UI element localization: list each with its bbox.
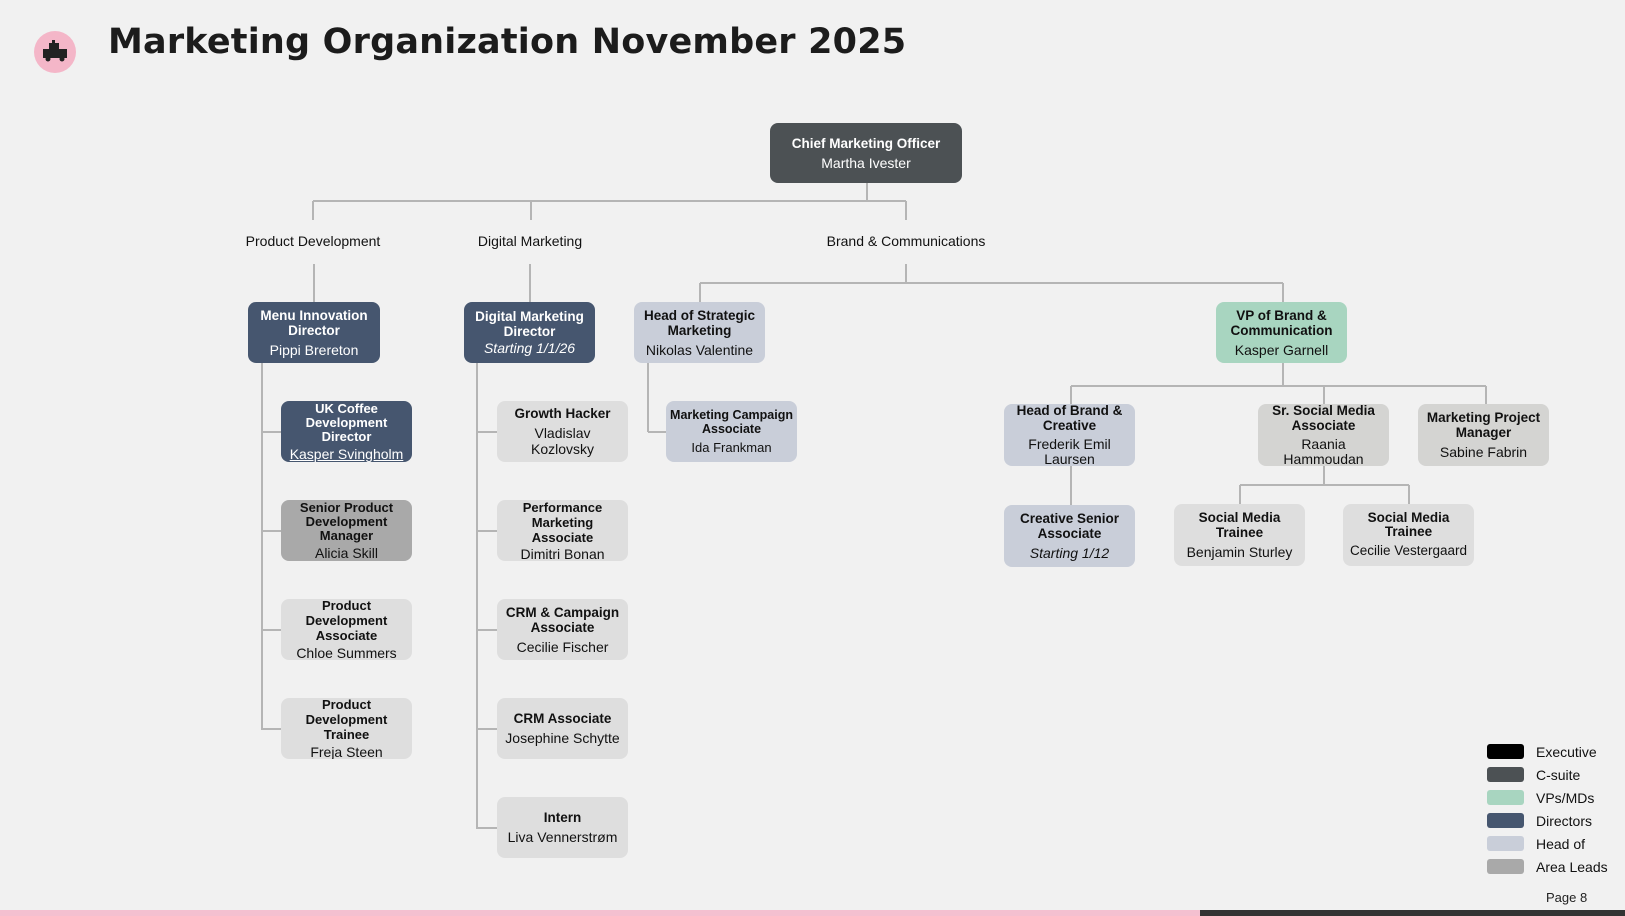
node-role: CRM Associate bbox=[513, 711, 612, 726]
footer-bar-pink bbox=[0, 910, 1200, 916]
node-person: Dimitri Bonan bbox=[520, 545, 605, 562]
legend-swatch bbox=[1487, 767, 1524, 782]
node-product-development-associate[interactable]: Product Development Associate Chloe Summ… bbox=[281, 599, 412, 660]
node-role: Sr. Social Media Associate bbox=[1272, 404, 1375, 433]
node-intern[interactable]: Intern Liva Vennerstrøm bbox=[497, 797, 628, 858]
node-vp-brand-communication[interactable]: VP of Brand & Communication Kasper Garne… bbox=[1216, 302, 1347, 363]
node-crm-campaign-associate[interactable]: CRM & Campaign Associate Cecilie Fischer bbox=[497, 599, 628, 660]
legend-item: Area Leads bbox=[1487, 855, 1608, 878]
node-social-media-trainee-1[interactable]: Social Media Trainee Benjamin Sturley bbox=[1174, 504, 1305, 566]
legend-label: VPs/MDs bbox=[1536, 789, 1595, 806]
node-person: Ida Frankman bbox=[691, 439, 772, 455]
node-uk-coffee-development-director[interactable]: UK Coffee Development Director Kasper Sv… bbox=[281, 401, 412, 462]
node-person: Sabine Fabrin bbox=[1439, 444, 1528, 460]
node-role: CRM & Campaign Associate bbox=[505, 604, 620, 635]
node-person: Nikolas Valentine bbox=[645, 341, 754, 358]
node-role: Menu Innovation Director bbox=[260, 307, 368, 338]
node-person: Raania Hammoudan bbox=[1283, 436, 1364, 467]
department-brand-communications: Brand & Communications bbox=[826, 233, 986, 249]
node-person: Chloe Summers bbox=[296, 645, 397, 660]
node-creative-senior-associate[interactable]: Creative Senior Associate Starting 1/12 bbox=[1004, 505, 1135, 567]
legend-label: Area Leads bbox=[1536, 858, 1608, 875]
node-person: Cecilie Fischer bbox=[516, 638, 609, 655]
legend-label: C-suite bbox=[1536, 766, 1581, 783]
node-person: Freja Steen bbox=[310, 744, 383, 759]
node-role: Intern bbox=[543, 810, 582, 825]
node-growth-hacker[interactable]: Growth Hacker Vladislav Kozlovsky bbox=[497, 401, 628, 462]
node-person: Pippi Brereton bbox=[269, 341, 359, 358]
node-role: Head of Brand & Creative bbox=[1016, 404, 1123, 433]
legend-label: Directors bbox=[1536, 812, 1593, 829]
node-role: Marketing Campaign Associate bbox=[670, 407, 793, 436]
node-person: Starting 1/1/26 bbox=[483, 340, 576, 356]
legend-item: VPs/MDs bbox=[1487, 786, 1608, 809]
node-product-development-trainee[interactable]: Product Development Trainee Freja Steen bbox=[281, 698, 412, 759]
node-person: Kasper Svingholm bbox=[289, 445, 404, 462]
node-role: Marketing Project Manager bbox=[1426, 410, 1541, 440]
node-person: Josephine Schytte bbox=[505, 730, 620, 746]
legend-swatch bbox=[1487, 744, 1524, 759]
node-role: Head of Strategic Marketing bbox=[643, 307, 756, 338]
legend-swatch bbox=[1487, 836, 1524, 851]
node-person: Benjamin Sturley bbox=[1186, 544, 1293, 560]
legend-swatch bbox=[1487, 790, 1524, 805]
node-marketing-campaign-associate[interactable]: Marketing Campaign Associate Ida Frankma… bbox=[666, 401, 797, 462]
node-role: Creative Senior Associate bbox=[1019, 511, 1120, 541]
node-role: Chief Marketing Officer bbox=[791, 135, 941, 151]
node-person: Martha Ivester bbox=[821, 154, 911, 171]
node-role: Digital Marketing Director bbox=[475, 309, 584, 339]
legend-label: Executive bbox=[1536, 743, 1597, 760]
node-sr-social-media-associate[interactable]: Sr. Social Media Associate Raania Hammou… bbox=[1258, 404, 1389, 466]
node-person: Frederik Emil Laursen bbox=[1028, 436, 1111, 467]
node-role: VP of Brand & Communication bbox=[1230, 307, 1333, 338]
node-role: Growth Hacker bbox=[514, 406, 611, 421]
node-person: Starting 1/12 bbox=[1029, 545, 1110, 561]
legend: Executive C-suite VPs/MDs Directors Head of A… bbox=[1487, 740, 1608, 878]
legend-item: Directors bbox=[1487, 809, 1608, 832]
node-role: Performance Marketing Associate bbox=[522, 500, 603, 545]
node-role: Social Media Trainee bbox=[1367, 510, 1450, 539]
node-crm-associate[interactable]: CRM Associate Josephine Schytte bbox=[497, 698, 628, 759]
legend-swatch bbox=[1487, 859, 1524, 874]
node-role: UK Coffee Development Director bbox=[305, 401, 388, 444]
node-role: Product Development Trainee bbox=[305, 698, 388, 742]
footer-bar-dark bbox=[1200, 910, 1625, 916]
node-social-media-trainee-2[interactable]: Social Media Trainee Cecilie Vestergaard bbox=[1343, 504, 1474, 566]
node-marketing-project-manager[interactable]: Marketing Project Manager Sabine Fabrin bbox=[1418, 404, 1549, 466]
node-person: Cecilie Vestergaard bbox=[1349, 543, 1468, 558]
node-person: Kasper Garnell bbox=[1234, 341, 1329, 358]
node-role: Product Development Associate bbox=[305, 599, 388, 643]
node-digital-marketing-director[interactable]: Digital Marketing Director Starting 1/1/… bbox=[464, 302, 595, 363]
legend-item: Executive bbox=[1487, 740, 1608, 763]
department-digital-marketing: Digital Marketing bbox=[477, 233, 583, 249]
node-menu-innovation-director[interactable]: Menu Innovation Director Pippi Brereton bbox=[248, 302, 380, 363]
node-person: Liva Vennerstrøm bbox=[507, 829, 618, 845]
node-person: Vladislav Kozlovsky bbox=[530, 425, 595, 457]
node-role: Senior Product Development Manager bbox=[299, 500, 394, 543]
legend-item: C-suite bbox=[1487, 763, 1608, 786]
node-person: Alicia Skill bbox=[314, 544, 378, 561]
node-head-of-strategic-marketing[interactable]: Head of Strategic Marketing Nikolas Vale… bbox=[634, 302, 765, 363]
department-product-development: Product Development bbox=[245, 233, 381, 249]
legend-swatch bbox=[1487, 813, 1524, 828]
node-role: Social Media Trainee bbox=[1198, 510, 1281, 540]
page-number: Page 8 bbox=[1546, 890, 1588, 905]
node-head-of-brand-creative[interactable]: Head of Brand & Creative Frederik Emil L… bbox=[1004, 404, 1135, 466]
legend-label: Head of bbox=[1536, 835, 1586, 852]
node-performance-marketing-associate[interactable]: Performance Marketing Associate Dimitri … bbox=[497, 500, 628, 561]
node-chief-marketing-officer[interactable]: Chief Marketing Officer Martha Ivester bbox=[770, 123, 962, 183]
node-senior-product-development-manager[interactable]: Senior Product Development Manager Alici… bbox=[281, 500, 412, 561]
legend-item: Head of bbox=[1487, 832, 1608, 855]
